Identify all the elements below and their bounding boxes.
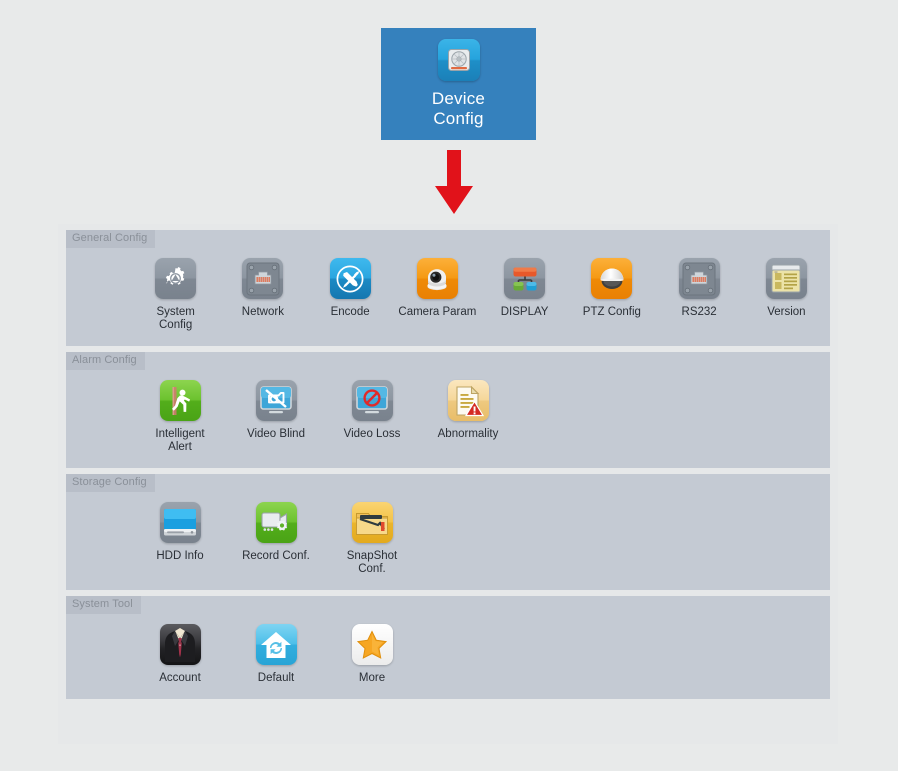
config-item-label: PTZ Config xyxy=(582,306,641,318)
layout-nodes-icon xyxy=(504,258,546,299)
config-item-label: Video Loss xyxy=(343,428,401,440)
launcher-label: Device Config xyxy=(432,89,485,129)
snapshot-icon xyxy=(351,502,393,543)
walking-person-icon xyxy=(159,380,201,421)
star-icon xyxy=(351,624,393,665)
config-group: Alarm Config Intelligent Alert Video Blin… xyxy=(66,352,830,468)
config-item-label: Record Conf. xyxy=(242,550,310,562)
group-label: System Tool xyxy=(66,596,141,614)
config-item-label: RS232 xyxy=(681,306,717,318)
config-item-hdd-info[interactable]: HDD Info xyxy=(132,502,228,576)
config-group-grid: IntelligentAlert Video Blind Video Loss xyxy=(66,352,830,468)
config-item-label: Abnormality xyxy=(437,428,499,440)
config-item-ptz-config[interactable]: PTZ Config xyxy=(568,258,655,332)
suit-person-icon xyxy=(159,624,201,665)
config-item-system-config[interactable]: System Config xyxy=(132,258,219,332)
config-item-label: Video Blind xyxy=(247,428,305,440)
config-item-display[interactable]: DISPLAY xyxy=(481,258,568,332)
record-gear-icon xyxy=(255,502,297,543)
launcher-label-line1: Device xyxy=(431,89,486,108)
config-item-camera-param[interactable]: Camera Param xyxy=(394,258,481,332)
launcher-label-line2: Config xyxy=(433,109,484,128)
document-warning-icon xyxy=(447,380,489,421)
ethernet-port-icon xyxy=(678,258,720,299)
config-item-label: SnapShot Conf. xyxy=(346,550,398,575)
config-group-grid: HDD Info Record Conf. SnapShot Conf. xyxy=(66,474,830,590)
config-item-abnormality[interactable]: Abnormality xyxy=(420,380,516,454)
config-item-label: HDD Info xyxy=(156,550,204,562)
camera-blocked-icon xyxy=(255,380,297,421)
config-item-rs232[interactable]: RS232 xyxy=(656,258,743,332)
document-info-icon xyxy=(765,258,807,299)
config-item-label: Encode xyxy=(330,306,370,318)
config-group-grid: Account Default More xyxy=(66,596,830,699)
config-item-label: Account xyxy=(159,672,201,684)
config-item-version[interactable]: Version xyxy=(743,258,830,332)
device-config-launcher[interactable]: Device Config xyxy=(381,28,536,140)
config-item-intelligent-alert[interactable]: Intelligent Alert xyxy=(132,380,228,454)
config-item-default[interactable]: Default xyxy=(228,624,324,685)
hdd-device-icon xyxy=(437,39,480,81)
config-item-video-loss[interactable]: Video Loss xyxy=(324,380,420,454)
group-label: Alarm Config xyxy=(66,352,145,370)
config-item-label: Camera Param xyxy=(398,306,477,318)
config-item-label: Intelligent Alert xyxy=(155,428,205,453)
home-refresh-icon xyxy=(255,624,297,665)
hard-drive-icon xyxy=(159,502,201,543)
config-item-encode[interactable]: Encode xyxy=(307,258,394,332)
dome-camera-icon xyxy=(416,258,458,299)
config-item-network[interactable]: Network xyxy=(219,258,306,332)
config-group: Storage Config HDD Info Record Conf. Sna… xyxy=(66,474,830,590)
config-item-video-blind[interactable]: Video Blind xyxy=(228,380,324,454)
no-signal-icon xyxy=(351,380,393,421)
config-item-label: Version xyxy=(767,306,806,318)
tools-icon xyxy=(329,258,371,299)
config-item-label: Network xyxy=(241,306,284,318)
config-item-label: More xyxy=(358,672,386,684)
ptz-dome-icon xyxy=(591,258,633,299)
config-item-record-conf[interactable]: Record Conf. xyxy=(228,502,324,576)
config-item-account[interactable]: Account xyxy=(132,624,228,685)
config-group-grid: System Config Network Encode Camera Para… xyxy=(66,230,830,346)
config-item-more[interactable]: More xyxy=(324,624,420,685)
gear-icon xyxy=(155,258,197,299)
config-group: General Config System Config Network Enc… xyxy=(66,230,830,346)
config-item-label: DISPLAY xyxy=(500,306,549,318)
device-config-panel: General Config System Config Network Enc… xyxy=(58,224,838,744)
config-item-label: Default xyxy=(257,672,295,684)
group-label: Storage Config xyxy=(66,474,155,492)
config-item-snapshot-conf[interactable]: SnapShot Conf. xyxy=(324,502,420,576)
down-arrow-icon xyxy=(433,150,475,216)
config-item-label: System Config xyxy=(156,306,195,331)
group-label: General Config xyxy=(66,230,156,248)
ethernet-port-icon xyxy=(242,258,284,299)
config-group: System Tool Account Default More xyxy=(66,596,830,699)
